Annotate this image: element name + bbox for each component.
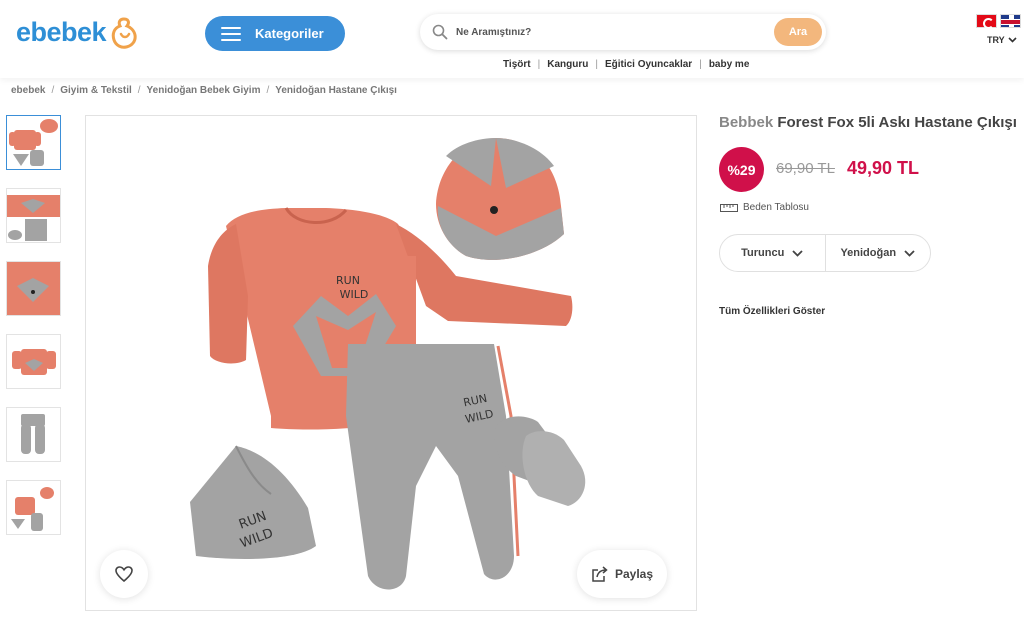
product-title: Bebbek Forest Fox 5li Askı Hastane Çıkış… [719, 114, 1017, 131]
breadcrumb-item-giyim-tekstil[interactable]: Giyim & Tekstil [60, 85, 132, 96]
thumbnail-set-detail[interactable] [6, 188, 61, 243]
product-name: Forest Fox 5li Askı Hastane Çıkışı [777, 114, 1017, 131]
ruler-icon [720, 203, 738, 212]
logo-text: ebebek [16, 16, 107, 47]
size-dropdown-label: Yenidoğan [840, 247, 897, 259]
search-button[interactable]: Ara [774, 18, 822, 46]
svg-text:WILD: WILD [340, 288, 369, 301]
size-table-label: Beden Tablosu [743, 202, 809, 213]
product-main-image[interactable]: RUN WILD RUN WILD RUN WILD Paylaş [85, 115, 697, 611]
quick-link-kanguru[interactable]: Kanguru [547, 59, 588, 70]
english-flag-icon[interactable] [1000, 14, 1021, 28]
color-dropdown-label: Turuncu [741, 247, 785, 259]
thumbnail-list [6, 115, 62, 553]
share-icon [592, 566, 608, 582]
chevron-down-icon [1008, 37, 1017, 43]
quick-link-separator: | [595, 59, 598, 70]
heart-icon [115, 566, 133, 582]
thumbnail-full-set[interactable] [6, 115, 61, 170]
color-dropdown[interactable]: Turuncu [720, 235, 825, 271]
categories-button[interactable]: Kategoriler [205, 16, 345, 51]
product-brand[interactable]: Bebbek [719, 114, 773, 131]
currency-label: TRY [987, 35, 1005, 45]
hamburger-icon [221, 26, 241, 41]
all-features-link[interactable]: Tüm Özellikleri Göster [719, 306, 825, 317]
breadcrumb: ebebek / Giyim & Tekstil / Yenidoğan Beb… [11, 85, 397, 96]
share-button[interactable]: Paylaş [577, 550, 667, 598]
turkish-flag-icon[interactable] [976, 14, 997, 29]
breadcrumb-separator: / [51, 85, 55, 96]
categories-label: Kategoriler [255, 26, 324, 41]
old-price: 69,90 TL [776, 160, 835, 177]
quick-link-separator: | [699, 59, 702, 70]
size-dropdown[interactable]: Yenidoğan [824, 235, 931, 271]
favorite-button[interactable] [100, 550, 148, 598]
variant-selector: Turuncu Yenidoğan [719, 234, 931, 272]
search-bar: Ara [420, 14, 826, 50]
svg-text:RUN: RUN [336, 274, 360, 287]
breadcrumb-item-ebebek[interactable]: ebebek [11, 85, 45, 96]
thumbnail-sweatshirt[interactable] [6, 334, 61, 389]
quick-link-egitici-oyuncaklar[interactable]: Eğitici Oyuncaklar [605, 59, 692, 70]
site-header: ebebek Kategoriler Ara Tişört | Kanguru … [0, 0, 1024, 78]
thumbnail-set-small[interactable] [6, 480, 61, 535]
thumbnail-pants[interactable] [6, 407, 61, 462]
search-icon [432, 24, 448, 40]
quick-links: Tişört | Kanguru | Eğitici Oyuncaklar | … [503, 59, 749, 70]
product-photo: RUN WILD RUN WILD RUN WILD [190, 138, 586, 590]
breadcrumb-separator: / [137, 85, 141, 96]
quick-link-baby-me[interactable]: baby me [709, 59, 750, 70]
discount-badge: %29 [719, 147, 764, 192]
logo-bottle-icon [111, 17, 137, 49]
ebebek-logo[interactable]: ebebek [16, 14, 139, 50]
currency-selector[interactable]: TRY [987, 35, 1017, 45]
chevron-down-icon [904, 249, 915, 257]
chevron-down-icon [792, 249, 803, 257]
breadcrumb-item-yenidogan-bebek-giyim[interactable]: Yenidoğan Bebek Giyim [147, 85, 261, 96]
share-label: Paylaş [614, 567, 654, 581]
thumbnail-sweatshirt-closeup[interactable] [6, 261, 61, 316]
size-table-link[interactable]: Beden Tablosu [720, 202, 809, 213]
breadcrumb-separator: / [266, 85, 270, 96]
search-input[interactable] [456, 22, 756, 42]
quick-link-separator: | [537, 59, 541, 70]
quick-link-tisort[interactable]: Tişört [503, 59, 531, 70]
breadcrumb-item-hastane-cikisi[interactable]: Yenidoğan Hastane Çıkışı [275, 85, 397, 96]
new-price: 49,90 TL [847, 158, 920, 178]
language-flags [976, 14, 1021, 29]
